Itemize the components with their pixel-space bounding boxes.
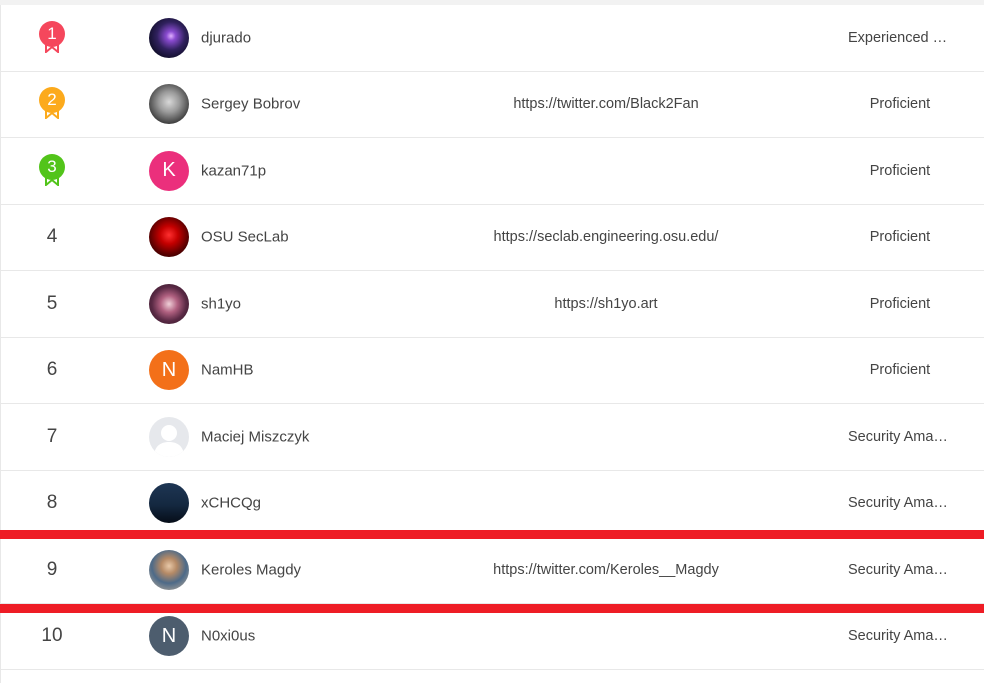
- avatar[interactable]: [149, 549, 189, 590]
- user-level: Proficient: [869, 96, 931, 113]
- table-row: 3 K kazan71p Proficient: [0, 138, 984, 205]
- table-row: 4 OSU SecLab https://seclab.engineering.…: [0, 205, 984, 271]
- avatar[interactable]: [149, 416, 189, 457]
- user-level: Proficient: [869, 362, 931, 379]
- avatar[interactable]: [149, 84, 189, 125]
- highlight-line-bottom: [0, 604, 984, 613]
- rank-number: 2: [39, 87, 65, 114]
- avatar-letter: N: [161, 624, 177, 647]
- user-level: Proficient: [869, 295, 931, 312]
- table-row: 5 sh1yo https://sh1yo.art Proficient: [0, 271, 984, 338]
- silver-medal-icon: 2: [39, 87, 65, 121]
- user-website[interactable]: https://seclab.engineering.osu.edu/: [440, 229, 772, 245]
- highlight-line-top: [0, 530, 984, 539]
- bronze-medal-icon: 3: [39, 153, 65, 188]
- user-level: Security Ama…: [848, 628, 948, 645]
- avatar[interactable]: [149, 483, 189, 524]
- avatar-letter: K: [162, 159, 176, 182]
- avatar[interactable]: [149, 17, 189, 58]
- avatar-letter: N: [161, 358, 177, 381]
- table-row: 7 Maciej Miszczyk Security Ama…: [0, 404, 984, 471]
- user-name[interactable]: xCHCQg: [201, 495, 261, 512]
- table-row: 8 xCHCQg Security Ama…: [0, 471, 984, 537]
- rank-number: 4: [46, 226, 58, 248]
- table-row: 6 N NamHB Proficient: [0, 338, 984, 404]
- rank-number: 5: [46, 292, 58, 314]
- user-level: Proficient: [869, 162, 931, 179]
- rank-number: 9: [46, 558, 58, 580]
- user-name[interactable]: sh1yo: [201, 295, 241, 312]
- user-name[interactable]: OSU SecLab: [201, 229, 289, 246]
- user-name[interactable]: Sergey Bobrov: [201, 96, 300, 113]
- user-name[interactable]: Keroles Magdy: [201, 561, 301, 578]
- gold-medal-icon: 1: [39, 20, 65, 55]
- table-row: 1 djurado Experienced …: [0, 5, 984, 72]
- rank-number: 1: [39, 20, 65, 47]
- avatar[interactable]: K: [149, 150, 189, 191]
- rank-number: 10: [41, 625, 63, 647]
- rank-number: 6: [46, 359, 58, 381]
- table-row: 2 Sergey Bobrov https://twitter.com/Blac…: [0, 72, 984, 138]
- avatar[interactable]: N: [149, 616, 189, 657]
- user-name[interactable]: N0xi0us: [201, 628, 255, 645]
- user-level: Proficient: [869, 229, 931, 246]
- user-website[interactable]: https://twitter.com/Black2Fan: [440, 96, 772, 112]
- rank-cell: 2: [30, 72, 74, 138]
- user-level: Security Ama…: [848, 428, 948, 445]
- user-level: Experienced …: [848, 29, 948, 46]
- user-website[interactable]: https://sh1yo.art: [440, 296, 772, 312]
- avatar[interactable]: [149, 283, 189, 324]
- user-website[interactable]: https://twitter.com/Keroles__Magdy: [440, 562, 772, 578]
- user-name[interactable]: NamHB: [201, 362, 254, 379]
- table-row: 10 N N0xi0us Security Ama…: [0, 604, 984, 670]
- user-level: Security Ama…: [848, 495, 948, 512]
- user-name[interactable]: Maciej Miszczyk: [201, 428, 309, 445]
- user-name[interactable]: kazan71p: [201, 162, 266, 179]
- rank-number: 7: [46, 425, 58, 447]
- table-row: 9 Keroles Magdy https://twitter.com/Kero…: [0, 537, 984, 604]
- rank-cell: 3: [30, 138, 74, 204]
- rank-number: 8: [46, 492, 58, 514]
- rank-number: 3: [39, 153, 65, 180]
- avatar[interactable]: N: [149, 350, 189, 391]
- default-user-icon: [154, 424, 184, 457]
- rank-cell: 1: [30, 5, 74, 71]
- avatar[interactable]: [149, 217, 189, 258]
- user-name[interactable]: djurado: [201, 29, 251, 46]
- user-level: Security Ama…: [848, 561, 948, 578]
- leaderboard-table: 1 djurado Experienced … 2 Sergey Bobrov …: [0, 5, 984, 670]
